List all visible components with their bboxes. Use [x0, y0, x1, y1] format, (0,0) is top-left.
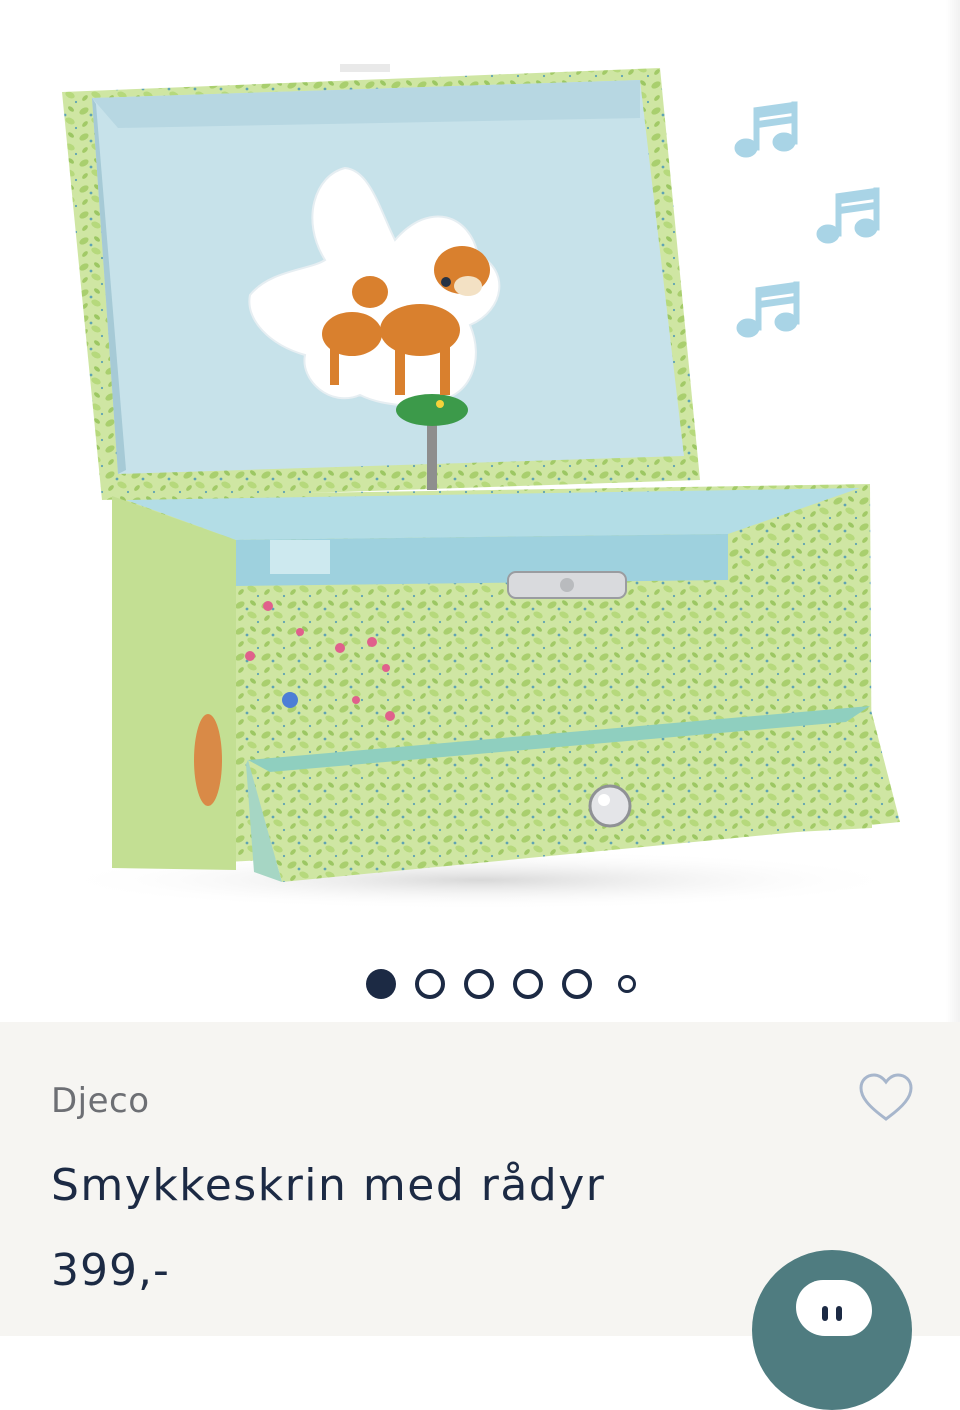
product-image-gallery[interactable]: [0, 0, 960, 1022]
chat-icon-eye-left: [822, 1306, 828, 1321]
favorite-button[interactable]: [858, 1072, 914, 1124]
gallery-scroll-edge: [946, 0, 960, 1022]
gallery-dot-1[interactable]: [366, 969, 396, 999]
gallery-dot-3[interactable]: [464, 969, 494, 999]
chat-bubble-icon: [796, 1280, 872, 1336]
gallery-dot-2[interactable]: [415, 969, 445, 999]
gallery-dot-4[interactable]: [513, 969, 543, 999]
chat-button[interactable]: [752, 1250, 912, 1410]
gallery-dot-5[interactable]: [562, 969, 592, 999]
gallery-pagination: [0, 968, 960, 1000]
product-image: [50, 64, 910, 910]
product-price: 399,-: [51, 1245, 170, 1296]
gallery-dot-6[interactable]: [618, 975, 636, 993]
chat-icon-eye-right: [836, 1306, 842, 1321]
product-brand[interactable]: Djeco: [51, 1081, 150, 1121]
heart-outline-icon: [859, 1073, 913, 1121]
product-title: Smykkeskrin med rådyr: [51, 1160, 606, 1211]
